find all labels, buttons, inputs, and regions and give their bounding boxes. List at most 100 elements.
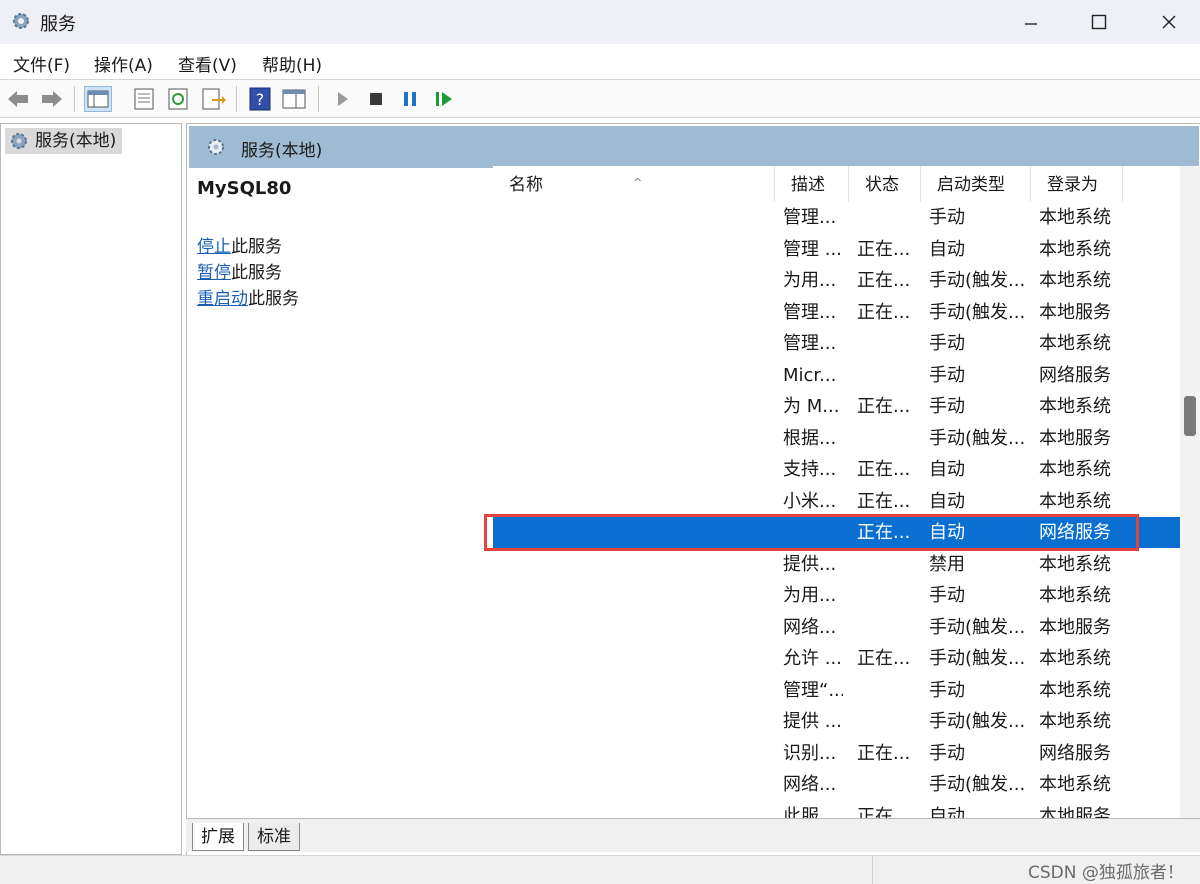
table-row[interactable]: Network Connectivity Assis...提供 ...手动(触发…: [493, 706, 1183, 737]
table-row[interactable]: Network Setup Service网络...手动(触发...本地系统: [493, 769, 1183, 800]
menu-help[interactable]: 帮助(H): [262, 51, 322, 76]
table-row[interactable]: Network List Service识别...正在...手动网络服务: [493, 738, 1183, 769]
maximize-button[interactable]: [1076, 6, 1122, 38]
table-row[interactable]: Microsoft iSCSI Initiator Ser...管理...手动本…: [493, 202, 1183, 233]
service-startup-type: 手动(触发...: [929, 711, 1025, 732]
services-pane: 服务(本地) MySQL80 停止此服务 暂停此服务 重启动此服务 ^ 名称 描…: [186, 123, 1200, 855]
restart-service-action: 重启动此服务: [197, 284, 299, 309]
tab-standard[interactable]: 标准: [248, 823, 300, 851]
status-bar: CSDN @独孤旅者！: [0, 855, 1200, 884]
table-row[interactable]: Microsoft Windows SMS 路...根据...手动(触发...本…: [493, 423, 1183, 454]
status-divider: [872, 856, 873, 884]
table-row[interactable]: Microsoft Passport Container管理...正在...手动…: [493, 297, 1183, 328]
service-detail-panel: MySQL80 停止此服务 暂停此服务 重启动此服务: [197, 178, 487, 309]
service-status: 正在...: [857, 490, 911, 512]
service-description: 允许 ...: [783, 648, 842, 669]
service-description: 管理...: [783, 207, 837, 228]
column-header-name[interactable]: ^ 名称: [493, 166, 775, 202]
service-logon-as: 网络服务: [1039, 522, 1111, 543]
column-label: 描述: [791, 175, 825, 195]
restart-service-button[interactable]: [430, 86, 458, 112]
service-description: 支持...: [783, 459, 837, 480]
export-list-button[interactable]: [198, 86, 226, 112]
table-row[interactable]: Network Connection Broker允许 ...正在...手动(触…: [493, 643, 1183, 674]
service-status: 正在...: [857, 742, 911, 764]
service-status: 正在...: [857, 522, 911, 543]
action-suffix: 此服务: [231, 263, 282, 283]
service-description: 为用...: [783, 585, 837, 606]
service-status: 正在...: [857, 301, 911, 323]
service-logon-as: 本地系统: [1039, 333, 1111, 354]
table-row[interactable]: Network Connected Devic...网络...手动(触发...本…: [493, 612, 1183, 643]
service-description: 管理“...: [783, 679, 843, 701]
table-row[interactable]: Microsoft Storage Spaces S...Micr...手动网络…: [493, 360, 1183, 391]
view-icon: [282, 89, 306, 109]
service-logon-as: 本地系统: [1039, 207, 1111, 228]
minimize-button[interactable]: [1008, 6, 1054, 38]
tree-item-services-local[interactable]: 服务(本地): [5, 128, 123, 154]
service-description: 网络...: [783, 616, 837, 638]
sort-ascending-icon: ^: [633, 176, 643, 189]
export-list-icon: [202, 88, 226, 110]
service-logon-as: 网络服务: [1039, 742, 1111, 764]
table-row[interactable]: Net.Tcp Port Sharing Service提供...禁用本地系统: [493, 549, 1183, 580]
close-button[interactable]: [1146, 6, 1192, 38]
close-icon: [1162, 15, 1176, 29]
service-startup-type: 手动: [929, 364, 965, 386]
table-row[interactable]: MiDeviceService支持...正在...自动本地系统: [493, 454, 1183, 485]
toolbar: ?: [0, 80, 1200, 118]
table-row-selected[interactable]: MySQL80正在...自动网络服务: [493, 517, 1183, 548]
tab-extended[interactable]: 扩展: [192, 823, 244, 851]
view-tabs: 扩展 标准: [186, 818, 1200, 852]
service-startup-type: 禁用: [929, 553, 965, 575]
table-row[interactable]: Microsoft Passport为用...正在...手动(触发...本地系统: [493, 265, 1183, 296]
column-header-logon-as[interactable]: 登录为: [1031, 166, 1123, 202]
column-label: 名称: [509, 175, 543, 195]
service-status: 正在...: [857, 396, 911, 417]
service-status: 正在...: [857, 238, 911, 260]
menu-action[interactable]: 操作(A): [94, 51, 153, 76]
menu-view[interactable]: 查看(V): [178, 51, 237, 76]
services-list: ^ 名称 描述 状态 启动类型 登录为 Microsoft iSCSI Init…: [493, 166, 1183, 820]
table-row[interactable]: Microsoft Software Shado...管理...手动本地系统: [493, 328, 1183, 359]
refresh-button[interactable]: [164, 86, 192, 112]
pause-service-button[interactable]: [396, 86, 424, 112]
pause-service-link[interactable]: 暂停: [197, 263, 231, 283]
service-logon-as: 本地系统: [1039, 711, 1111, 732]
back-button[interactable]: [4, 86, 32, 112]
console-tree-icon: [87, 90, 109, 108]
table-row[interactable]: Netlogon为用...手动本地系统: [493, 580, 1183, 611]
service-startup-type: 自动: [929, 238, 965, 260]
column-header-startup-type[interactable]: 启动类型: [921, 166, 1031, 202]
table-row[interactable]: MiService小米...正在...自动本地系统: [493, 486, 1183, 517]
help-button[interactable]: ?: [246, 86, 274, 112]
show-console-tree-button[interactable]: [84, 86, 112, 112]
service-startup-type: 手动: [929, 679, 965, 701]
toolbar-separator: [318, 86, 319, 112]
pane-title: 服务(本地): [241, 141, 323, 161]
menu-file[interactable]: 文件(F): [13, 51, 70, 76]
forward-button[interactable]: [38, 86, 66, 112]
service-description: 为 M...: [783, 396, 840, 417]
stop-service-link[interactable]: 停止: [197, 237, 231, 257]
properties-button[interactable]: [130, 86, 158, 112]
column-header-status[interactable]: 状态: [849, 166, 921, 202]
scrollbar-thumb[interactable]: [1184, 396, 1196, 436]
service-description: 为用...: [783, 270, 837, 291]
tree-item-label: 服务(本地): [35, 131, 117, 151]
restart-service-link[interactable]: 重启动: [197, 289, 248, 309]
help-icon: ?: [249, 87, 271, 111]
back-arrow-icon: [8, 91, 28, 107]
table-row[interactable]: Microsoft Office Click-to-R...管理 ...正在..…: [493, 234, 1183, 265]
start-service-button[interactable]: [328, 86, 356, 112]
stop-service-icon: [370, 93, 382, 105]
service-logon-as: 本地系统: [1039, 396, 1111, 417]
table-row[interactable]: Microsoft Store 安装服务为 M...正在...手动本地系统: [493, 391, 1183, 422]
service-startup-type: 手动(触发...: [929, 616, 1025, 638]
service-description: 网络...: [783, 774, 837, 795]
vertical-scrollbar[interactable]: [1180, 166, 1200, 818]
table-row[interactable]: Network Connections管理“...手动本地系统: [493, 675, 1183, 706]
column-header-description[interactable]: 描述: [775, 166, 849, 202]
stop-service-button[interactable]: [362, 86, 390, 112]
view-button[interactable]: [280, 86, 308, 112]
